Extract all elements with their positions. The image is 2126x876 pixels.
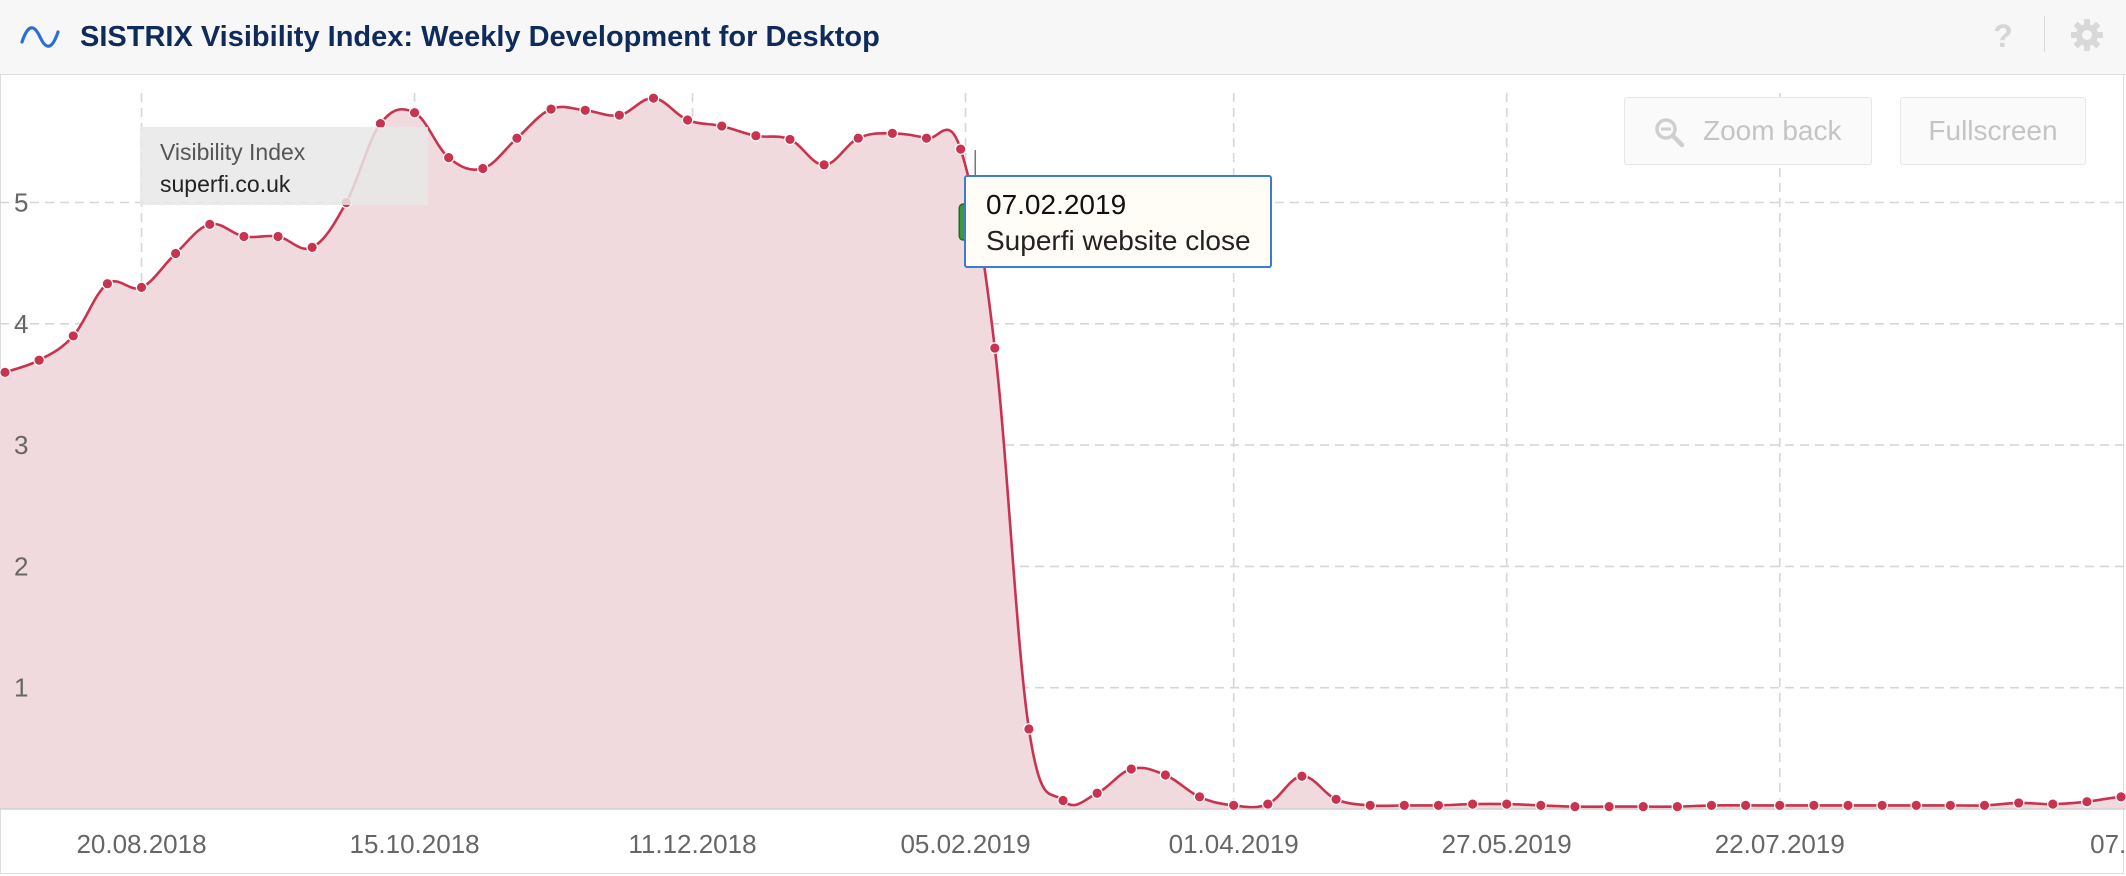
annotation-tooltip: 07.02.2019 Superfi website close <box>964 175 1272 268</box>
data-point <box>408 106 421 119</box>
data-point <box>1091 787 1103 800</box>
data-point <box>2081 795 2093 808</box>
data-point <box>67 330 80 342</box>
series-legend: Visibility Index superfi.co.uk <box>140 127 428 205</box>
data-point <box>1227 799 1240 812</box>
data-point <box>2115 791 2126 803</box>
data-point <box>545 103 557 115</box>
data-point <box>1330 793 1342 806</box>
x-tick-label: 05.02.2019 <box>900 829 1030 859</box>
data-point <box>238 230 250 243</box>
data-point <box>579 104 592 117</box>
data-point <box>1944 799 1957 812</box>
fullscreen-button[interactable]: Fullscreen <box>1900 97 2086 165</box>
x-tick-label: 22.07.2019 <box>1715 829 1845 859</box>
data-point <box>306 241 318 254</box>
data-point <box>1023 723 1035 735</box>
data-point <box>988 342 1001 354</box>
data-point <box>1296 770 1308 783</box>
data-point <box>920 132 933 145</box>
data-point <box>1398 799 1411 812</box>
data-point <box>1808 799 1820 812</box>
data-point <box>1057 794 1069 807</box>
tooltip-date: 07.02.2019 <box>986 189 1127 220</box>
data-point <box>442 151 455 164</box>
data-point <box>1466 798 1479 810</box>
data-point <box>1364 799 1376 812</box>
data-point <box>272 230 284 243</box>
y-tick-label: 3 <box>14 430 28 460</box>
legend-domain: superfi.co.uk <box>160 171 291 197</box>
data-point <box>477 162 489 175</box>
data-point <box>954 143 967 155</box>
data-point <box>1978 799 1991 812</box>
x-tick-label: 15.10.2018 <box>349 829 479 859</box>
y-tick-label: 1 <box>14 673 28 703</box>
data-point <box>1910 799 1923 812</box>
data-point <box>101 277 114 290</box>
data-point <box>1876 799 1888 812</box>
data-point <box>784 133 796 146</box>
data-point <box>613 109 626 121</box>
data-point <box>818 159 830 171</box>
data-point <box>169 247 182 260</box>
magnifier-icon <box>1655 118 1685 148</box>
data-point <box>1603 800 1615 813</box>
data-point <box>33 354 45 366</box>
data-point <box>511 132 523 145</box>
y-tick-label: 5 <box>14 188 28 218</box>
x-tick-label: 20.08.2018 <box>76 829 206 859</box>
data-point <box>1193 791 1206 803</box>
y-tick-label: 4 <box>14 309 28 339</box>
data-point <box>1637 800 1650 813</box>
zoom-back-button[interactable]: Zoom back <box>1624 97 1872 165</box>
y-tick-label: 2 <box>14 551 28 581</box>
data-point <box>135 281 148 294</box>
data-point <box>1569 800 1581 813</box>
data-point <box>1432 799 1445 812</box>
data-point <box>1842 799 1854 812</box>
x-tick-label: 07.10.2019 <box>2090 829 2126 859</box>
data-point <box>1125 763 1138 775</box>
x-tick-label: 01.04.2019 <box>1169 829 1299 859</box>
x-tick-label: 11.12.2018 <box>628 829 756 859</box>
data-point <box>2012 797 2025 809</box>
x-tick-label: 27.05.2019 <box>1442 829 1572 859</box>
data-point <box>1705 799 1718 812</box>
data-point <box>1671 800 1684 813</box>
data-point <box>750 129 762 142</box>
zoom-back-label: Zoom back <box>1703 115 1842 146</box>
data-point <box>852 132 865 145</box>
data-point <box>1262 798 1274 810</box>
data-point <box>1773 799 1786 812</box>
data-point <box>715 120 728 132</box>
legend-series-label: Visibility Index <box>160 139 306 165</box>
data-point <box>886 127 899 140</box>
data-point <box>203 218 216 231</box>
data-point <box>681 114 694 126</box>
data-point <box>1500 798 1513 810</box>
data-point <box>647 92 660 104</box>
data-point <box>2047 798 2059 810</box>
data-point <box>1739 799 1752 812</box>
data-point <box>1535 799 1547 812</box>
tooltip-note: Superfi website close <box>986 225 1251 256</box>
data-point <box>1159 769 1172 781</box>
data-point <box>0 366 11 379</box>
